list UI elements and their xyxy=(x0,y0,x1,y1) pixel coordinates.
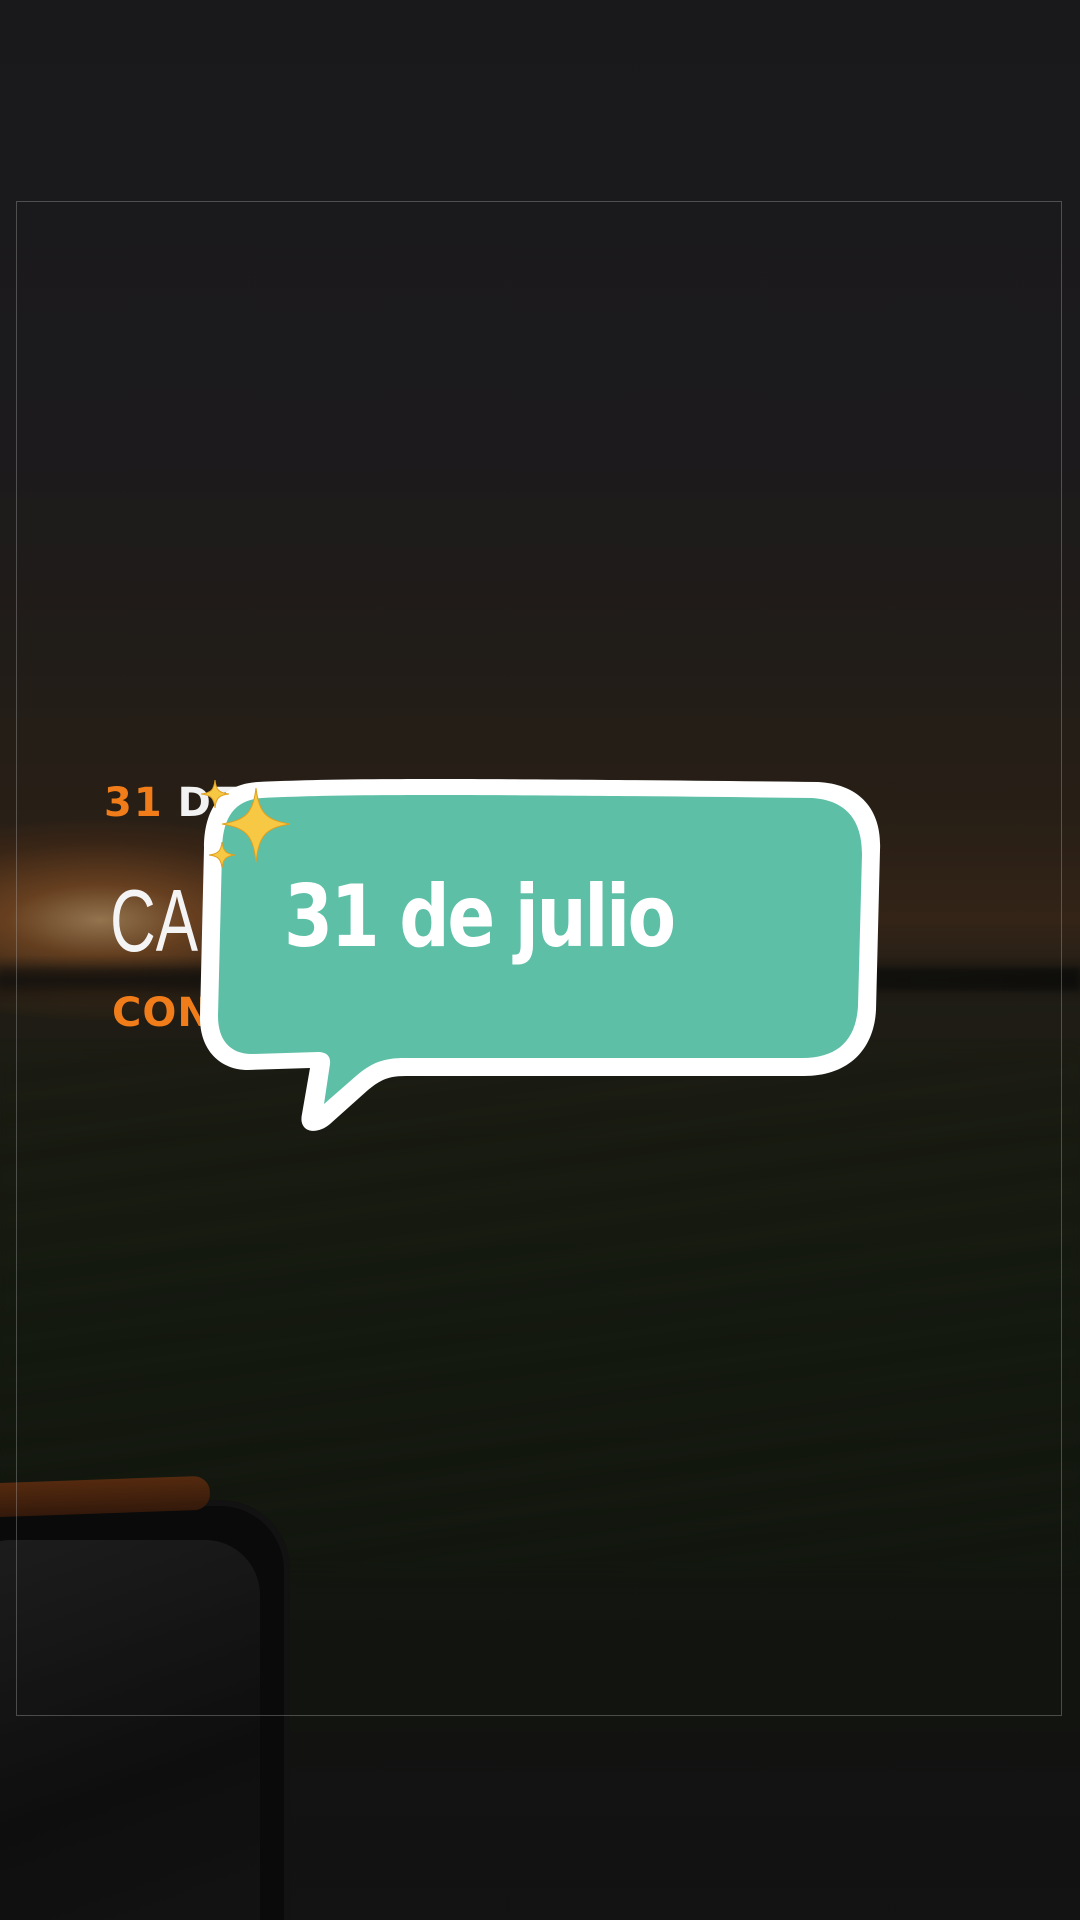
card-subtitle: CON xyxy=(112,990,212,1036)
sparkles-icon xyxy=(200,779,291,869)
sticker-text: 31 de julio xyxy=(284,867,676,967)
speech-bubble-sticker[interactable]: 31 de julio xyxy=(198,778,882,1140)
video-frame: 31 DE CAR CON 31 de julio xyxy=(0,0,1080,1920)
card-date-number: 31 xyxy=(104,780,164,826)
